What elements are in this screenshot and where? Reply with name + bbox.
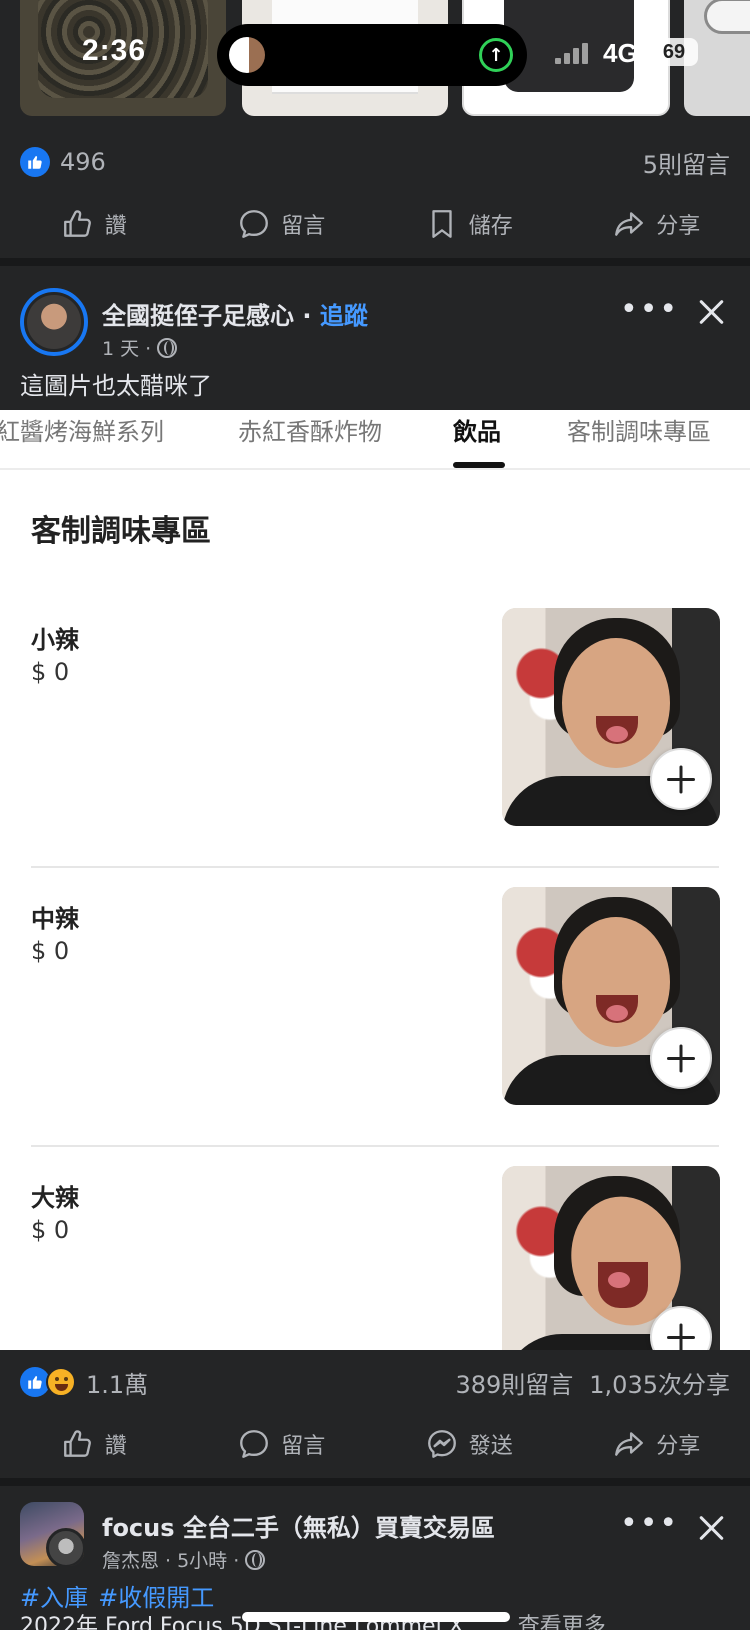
post1-actions: 讚 留言 儲存 分享: [0, 192, 750, 256]
post-time[interactable]: 1 天 ·: [102, 334, 151, 361]
more-options-button[interactable]: •••: [620, 1509, 679, 1539]
item-separator: [31, 866, 719, 868]
share-label: 分享: [656, 1434, 701, 1459]
engagement-counts: 389則留言 1,035次分享: [455, 1365, 730, 1400]
like-button[interactable]: 讚: [0, 192, 188, 256]
profile-photo: [27, 295, 81, 349]
reaction-count[interactable]: 1.1萬: [86, 1365, 148, 1400]
like-label: 讚: [104, 214, 127, 239]
share-label: 分享: [656, 214, 701, 239]
post-meta: 詹杰恩 · 5小時 ·: [102, 1546, 266, 1573]
add-icon: [650, 748, 712, 810]
thumbs-up-icon: [63, 1430, 91, 1457]
post-caption: 這圖片也太醋咪了: [20, 372, 212, 400]
item-price: $ 0: [31, 658, 70, 686]
send-label: 發送: [468, 1434, 513, 1459]
add-icon: [650, 1027, 712, 1089]
like-reaction-icon: [20, 147, 50, 177]
save-button[interactable]: 儲存: [375, 192, 563, 256]
tab-seafood: 紅醬烤海鮮系列: [0, 418, 164, 446]
share-icon: [615, 1432, 644, 1456]
author-avatar: [46, 1528, 84, 1566]
haha-reaction-icon: [46, 1367, 76, 1397]
share-button[interactable]: 分享: [563, 1412, 750, 1476]
comment-label: 留言: [281, 1434, 326, 1459]
page-avatar[interactable]: [20, 288, 88, 356]
messenger-icon: [427, 1430, 456, 1458]
like-button[interactable]: 讚: [0, 1412, 188, 1476]
tab-fried: 赤紅香酥炸物: [238, 418, 382, 446]
dynamic-island: ↑: [217, 24, 527, 86]
author-name[interactable]: 詹杰恩: [102, 1546, 159, 1573]
globe-icon: [245, 1549, 266, 1570]
comment-icon: [240, 1430, 269, 1458]
network-type: 4G: [603, 38, 638, 68]
post-divider: [0, 258, 750, 266]
now-playing-icon: [229, 37, 265, 73]
active-tab-indicator: [453, 462, 505, 468]
post-author: 全國挺侄子足感心 · 追蹤: [102, 302, 368, 330]
comment-button[interactable]: 留言: [188, 1412, 376, 1476]
upload-progress-icon: ↑: [479, 38, 513, 72]
item-price: $ 0: [31, 1216, 70, 1244]
save-label: 儲存: [468, 214, 513, 239]
comment-button[interactable]: 留言: [188, 192, 376, 256]
tab-custom-seasoning: 客制調味專區: [567, 418, 711, 446]
comment-count[interactable]: 389則留言: [455, 1371, 573, 1399]
bookmark-icon: [432, 210, 452, 238]
post-time[interactable]: · 5小時 ·: [165, 1546, 239, 1573]
item-price: $ 0: [31, 937, 70, 965]
post2-stats: 1.1萬 389則留言 1,035次分享: [0, 1352, 750, 1412]
close-icon[interactable]: [694, 294, 730, 330]
post-image-menu-screenshot[interactable]: 紅醬烤海鮮系列 赤紅香酥炸物 飲品 客制調味專區 客制調味專區 小辣 $ 0 中…: [0, 410, 750, 1350]
close-icon[interactable]: [694, 1510, 730, 1546]
post-meta: 1 天 ·: [102, 334, 178, 361]
section-title: 客制調味專區: [31, 514, 211, 549]
comment-label: 留言: [281, 214, 326, 239]
item-name: 小辣: [31, 626, 79, 654]
group-name[interactable]: focus 全台二手（無私）買賣交易區: [102, 1508, 495, 1543]
thumbs-up-icon: [63, 210, 91, 237]
like-label: 讚: [104, 1434, 127, 1459]
page-name[interactable]: 全國挺侄子足感心: [102, 302, 294, 330]
menu-item: 中辣 $ 0: [0, 887, 750, 1166]
post2-actions: 讚 留言 發送 分享: [0, 1412, 750, 1476]
more-options-button[interactable]: •••: [620, 295, 679, 325]
post1-stats: 496 5則留言: [0, 132, 750, 192]
post3-header: focus 全台二手（無私）買賣交易區 詹杰恩 · 5小時 · •••: [0, 1486, 750, 1578]
send-button[interactable]: 發送: [375, 1412, 563, 1476]
menu-category-tabs: 紅醬烤海鮮系列 赤紅香酥炸物 飲品 客制調味專區: [0, 410, 750, 470]
share-button[interactable]: 分享: [563, 192, 750, 256]
signal-icon: [555, 42, 589, 64]
item-name: 大辣: [31, 1184, 79, 1212]
menu-item: 小辣 $ 0: [0, 608, 750, 887]
share-count[interactable]: 1,035次分享: [589, 1371, 730, 1399]
tab-drinks: 飲品: [453, 418, 501, 446]
menu-item: 大辣 $ 0: [0, 1166, 750, 1350]
reaction-count[interactable]: 496: [60, 148, 106, 176]
group-avatar[interactable]: [20, 1502, 84, 1566]
share-icon: [615, 212, 644, 236]
follow-button[interactable]: 追蹤: [320, 302, 368, 330]
status-time: 2:36: [82, 34, 147, 67]
comment-count[interactable]: 5則留言: [643, 145, 730, 180]
home-indicator[interactable]: [242, 1612, 510, 1622]
item-separator: [31, 1145, 719, 1147]
comment-icon: [240, 210, 269, 238]
see-more-link[interactable]: 查看更多: [518, 1614, 606, 1630]
item-name: 中辣: [31, 905, 79, 933]
battery-icon: 69: [650, 38, 698, 66]
post2-header: 全國挺侄子足感心 · 追蹤 1 天 · •••: [0, 276, 750, 368]
post-divider: [0, 1478, 750, 1486]
globe-icon: [157, 337, 178, 358]
